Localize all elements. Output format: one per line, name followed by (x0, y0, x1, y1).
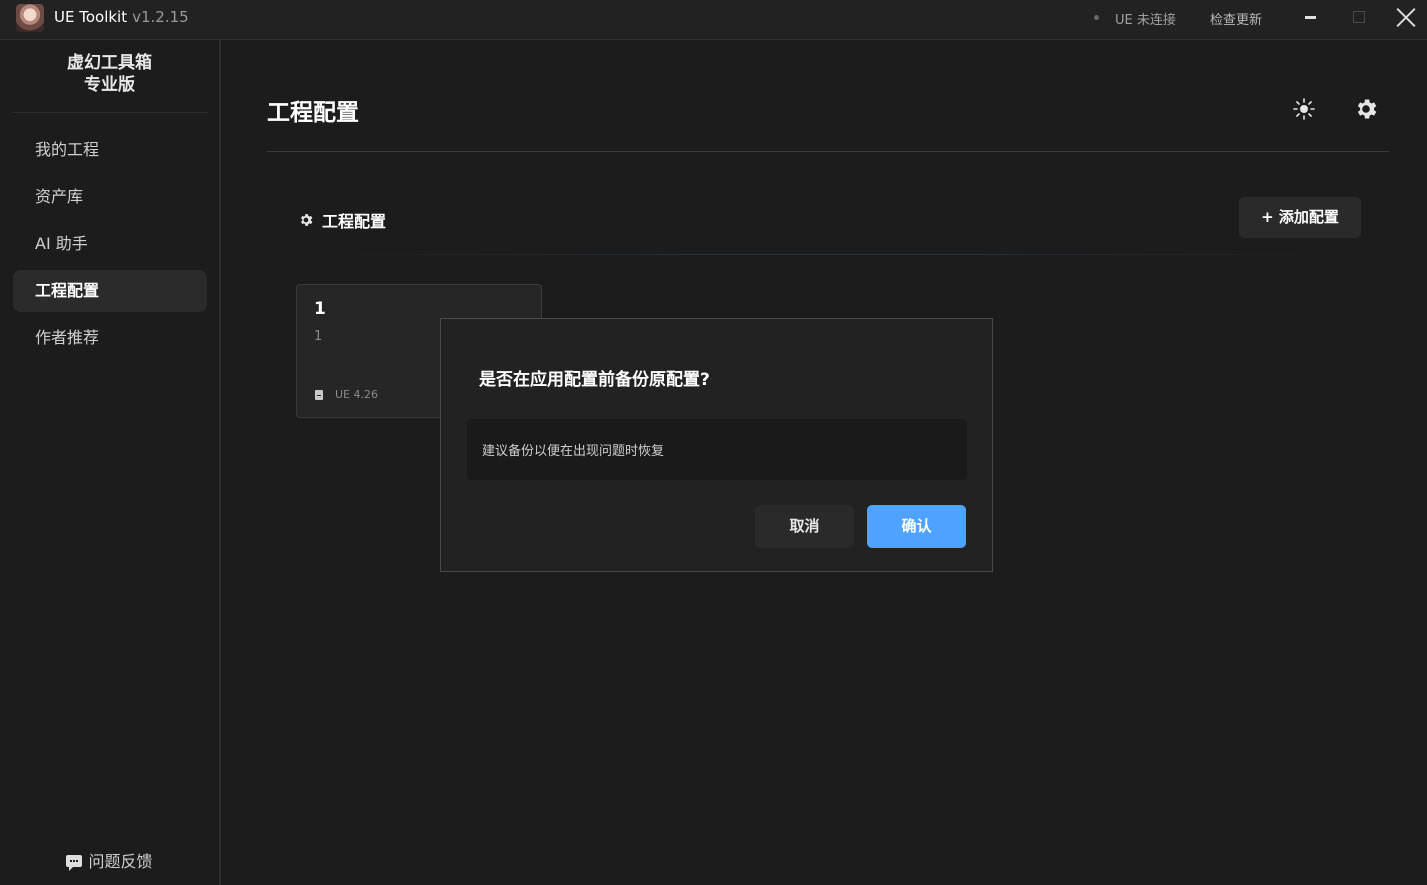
feedback-label: 问题反馈 (88, 852, 153, 871)
confirm-button[interactable]: 确认 (867, 505, 966, 548)
close-icon[interactable] (1394, 5, 1418, 29)
brand-divider (12, 112, 208, 113)
section-title: 工程配置 (298, 208, 386, 232)
brand-title: 虚幻工具箱 (67, 53, 152, 73)
backup-confirm-dialog: 是否在应用配置前备份原配置? 建议备份以便在出现问题时恢复 取消 确认 (440, 318, 993, 572)
app-title: UE Toolkit v1.2.15 (54, 8, 189, 26)
sun-icon[interactable] (1292, 97, 1316, 121)
connection-status-dot (1094, 15, 1099, 20)
config-card-version: UE 4.26 (315, 388, 378, 401)
app-avatar-icon (16, 4, 44, 32)
feedback-button[interactable]: 问题反馈 (0, 848, 219, 872)
connection-status: UE 未连接 (1115, 13, 1176, 28)
gear-icon (301, 214, 313, 226)
dialog-title: 是否在应用配置前备份原配置? (479, 370, 710, 390)
add-config-button[interactable]: + 添加配置 (1239, 197, 1361, 238)
sidebar-item-project-config[interactable]: 工程配置 (13, 270, 207, 312)
sidebar-item-my-projects[interactable]: 我的工程 (13, 129, 207, 171)
ue-version-label: UE 4.26 (335, 388, 378, 401)
brand-edition: 专业版 (84, 75, 135, 95)
dialog-message: 建议备份以便在出现问题时恢复 (482, 444, 665, 459)
cancel-button[interactable]: 取消 (755, 505, 854, 548)
file-icon (315, 389, 323, 400)
section-divider (298, 254, 1363, 255)
minimize-icon[interactable] (1305, 16, 1316, 19)
app-version: v1.2.15 (132, 8, 189, 26)
gear-icon[interactable] (1353, 96, 1379, 122)
section-title-label: 工程配置 (322, 212, 387, 231)
page-title: 工程配置 (267, 100, 359, 126)
check-update-button[interactable]: 检查更新 (1210, 9, 1262, 28)
sidebar-item-asset-library[interactable]: 资产库 (13, 176, 207, 218)
brand: 虚幻工具箱 专业版 (0, 52, 219, 96)
sidebar: 虚幻工具箱 专业版 我的工程 资产库 AI 助手 工程配置 作者推荐 问题反馈 (0, 40, 221, 885)
maximize-icon[interactable] (1353, 11, 1365, 23)
app-name: UE Toolkit (54, 8, 128, 26)
sidebar-item-ai-assistant[interactable]: AI 助手 (13, 223, 207, 265)
dialog-message-box: 建议备份以便在出现问题时恢复 (467, 419, 967, 480)
config-card-description: 1 (314, 329, 323, 344)
title-bar: UE Toolkit v1.2.15 UE 未连接 检查更新 (0, 0, 1427, 40)
sidebar-item-author-picks[interactable]: 作者推荐 (13, 317, 207, 359)
header-divider (267, 151, 1389, 152)
config-card-title: 1 (314, 299, 326, 319)
chat-bubble-icon (66, 854, 83, 871)
